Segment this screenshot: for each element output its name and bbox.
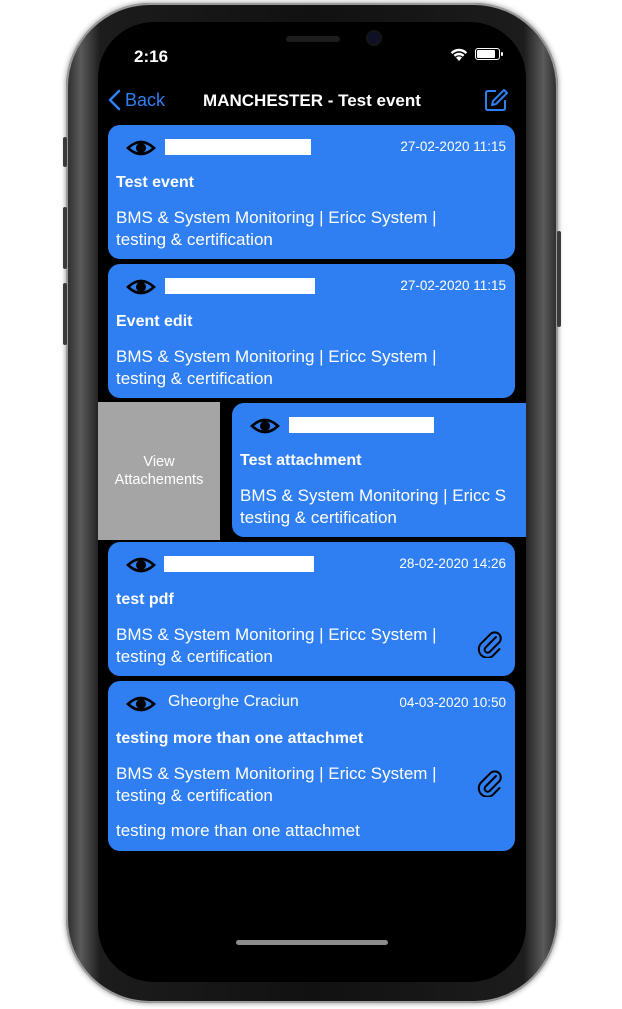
status-time: 2:16 bbox=[134, 47, 169, 66]
redacted-author bbox=[164, 556, 314, 572]
eye-icon bbox=[126, 279, 156, 295]
silent-switch bbox=[63, 137, 67, 167]
front-camera bbox=[368, 32, 380, 44]
event-description: BMS & System Monitoring | Ericc System |… bbox=[116, 625, 437, 666]
paperclip-icon[interactable] bbox=[477, 767, 503, 797]
paperclip-icon[interactable] bbox=[477, 628, 503, 658]
power-button bbox=[557, 231, 561, 327]
home-indicator[interactable] bbox=[236, 940, 388, 945]
battery-icon bbox=[475, 48, 503, 60]
eye-icon bbox=[250, 418, 280, 434]
event-date: 27-02-2020 11:15 bbox=[400, 278, 506, 293]
event-card[interactable]: Gheorghe Craciun 04-03-2020 10:50 testin… bbox=[108, 681, 515, 851]
event-card[interactable]: 27-02-2020 11:15 Event edit BMS & System… bbox=[108, 264, 515, 398]
compose-icon[interactable] bbox=[484, 88, 508, 112]
volume-up-button bbox=[63, 207, 67, 269]
event-title: testing more than one attachmet bbox=[116, 730, 364, 747]
event-date: 04-03-2020 10:50 bbox=[399, 695, 506, 710]
view-attachments-button[interactable]: View Attachements bbox=[98, 402, 220, 540]
page-title: MANCHESTER - Test event bbox=[203, 91, 421, 110]
event-description: BMS & System Monitoring | Ericc System |… bbox=[116, 764, 437, 805]
event-note: testing more than one attachmet bbox=[116, 821, 360, 840]
view-attachments-label-line2: Attachements bbox=[114, 472, 204, 488]
redacted-author bbox=[165, 139, 311, 155]
redacted-author bbox=[165, 278, 315, 294]
eye-icon bbox=[126, 696, 156, 712]
speaker bbox=[286, 36, 340, 42]
eye-icon bbox=[126, 140, 156, 156]
event-card-swiped[interactable]: 2 Test attachment BMS & System Monitorin… bbox=[232, 403, 526, 537]
event-title: Event edit bbox=[116, 313, 193, 330]
event-card[interactable]: 27-02-2020 11:15 Test event BMS & System… bbox=[108, 125, 515, 259]
event-title: test pdf bbox=[116, 591, 174, 608]
phone-screen: 2:16 Back MANCHESTER - Test event 27-02-… bbox=[98, 22, 526, 982]
event-card[interactable]: 28-02-2020 14:26 test pdf BMS & System M… bbox=[108, 542, 515, 676]
event-list[interactable]: 27-02-2020 11:15 Test event BMS & System… bbox=[98, 124, 526, 884]
navigation-bar: Back MANCHESTER - Test event bbox=[98, 82, 526, 122]
event-description: BMS & System Monitoring | Ericc S testin… bbox=[240, 486, 507, 527]
event-title: Test attachment bbox=[240, 452, 362, 469]
event-author: Gheorghe Craciun bbox=[168, 693, 299, 710]
redacted-author bbox=[289, 417, 434, 433]
eye-icon bbox=[126, 557, 156, 573]
event-date: 27-02-2020 11:15 bbox=[400, 139, 506, 154]
volume-down-button bbox=[63, 283, 67, 345]
wifi-icon bbox=[450, 48, 468, 61]
event-title: Test event bbox=[116, 174, 194, 191]
notch bbox=[194, 22, 430, 66]
view-attachments-label-line1: View bbox=[143, 454, 175, 470]
event-date: 2 bbox=[525, 417, 526, 432]
status-icons bbox=[449, 46, 503, 62]
event-description: BMS & System Monitoring | Ericc System |… bbox=[116, 208, 437, 249]
event-description: BMS & System Monitoring | Ericc System |… bbox=[116, 347, 437, 388]
event-date: 28-02-2020 14:26 bbox=[399, 556, 506, 571]
